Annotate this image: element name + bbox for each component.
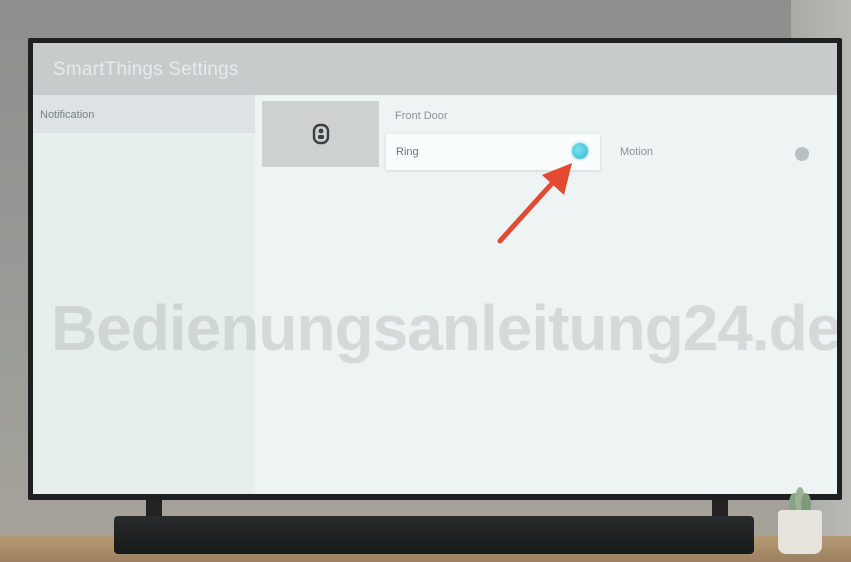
plant-pot	[778, 510, 822, 554]
sidebar-item-label: Notification	[40, 109, 95, 121]
watermark: Bedienungsanleitung24.de	[51, 292, 837, 364]
page-title: SmartThings Settings	[53, 59, 239, 80]
device-name: Front Door	[395, 110, 448, 122]
tv-screen: SmartThings Settings Notification Front …	[33, 43, 837, 494]
ring-option-label: Ring	[396, 146, 419, 158]
soundbar	[114, 516, 754, 554]
sidebar-item-notification[interactable]: Notification	[33, 95, 255, 133]
red-arrow-icon	[497, 163, 572, 244]
doorbell-icon	[312, 123, 329, 145]
device-tile[interactable]	[262, 101, 379, 167]
title-bar: SmartThings Settings	[33, 43, 837, 95]
motion-option-label: Motion	[620, 146, 654, 158]
motion-toggle-off-icon[interactable]	[795, 147, 809, 161]
